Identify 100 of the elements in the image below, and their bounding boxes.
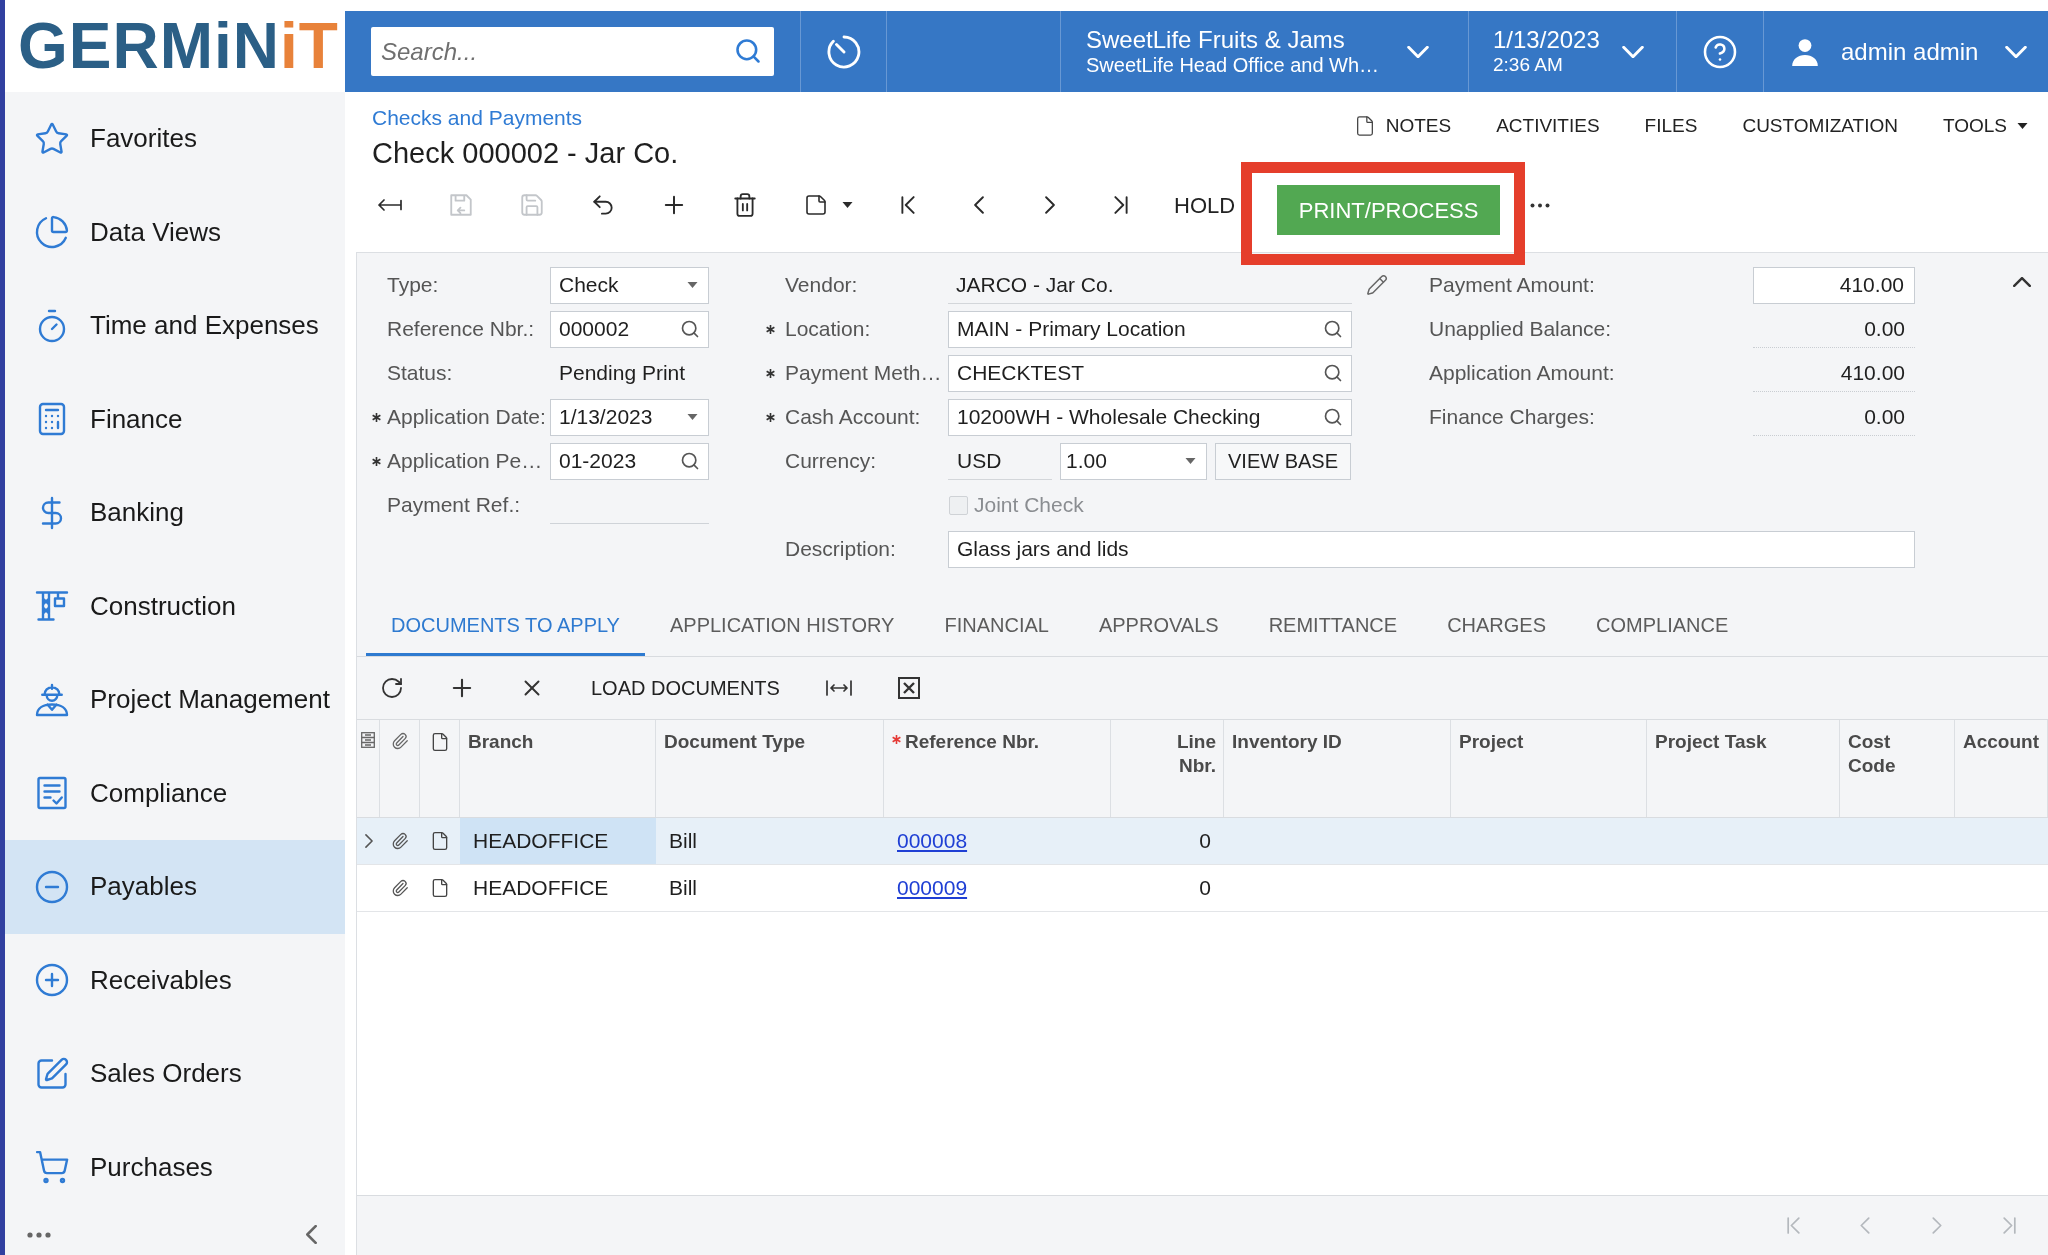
minus-circle-icon	[34, 868, 70, 905]
tab[interactable]: CHARGES	[1422, 597, 1572, 656]
sidebar-item[interactable]: Banking	[5, 466, 345, 560]
trash-icon[interactable]	[731, 192, 758, 218]
search-icon[interactable]	[1323, 319, 1343, 339]
toolbar-link[interactable]: ACTIVITIES	[1496, 114, 1600, 138]
lookup-field[interactable]: 10200WH - Wholesale Checking	[948, 398, 1352, 436]
field-label: Description:	[785, 537, 896, 561]
chevron-bar-left-icon[interactable]	[900, 196, 915, 214]
column-header[interactable]: Branch	[468, 730, 534, 754]
clock-icon[interactable]	[825, 33, 862, 70]
toolbar-link[interactable]: CUSTOMIZATION	[1742, 114, 1898, 138]
paperclip-icon[interactable]	[391, 878, 409, 898]
column-header[interactable]: Reference Nbr.	[892, 730, 1040, 754]
more-dots-icon[interactable]	[27, 1231, 51, 1238]
read-only-value: 0.00	[1753, 398, 1915, 436]
width-arrows-icon[interactable]	[825, 680, 852, 696]
sidebar-item[interactable]: Time and Expenses	[5, 279, 345, 373]
input-field[interactable]: Glass jars and lids	[948, 530, 1915, 568]
pencil-square-icon	[34, 1055, 70, 1092]
chevron-up-icon[interactable]	[2013, 277, 2031, 287]
sidebar-item[interactable]: Favorites	[5, 92, 345, 186]
lookup-field[interactable]: 000002	[550, 310, 709, 348]
toolbar-button[interactable]: HOLD	[1174, 180, 1236, 230]
file-icon[interactable]	[430, 830, 450, 852]
search-icon[interactable]	[680, 451, 700, 471]
caret-down-icon[interactable]	[842, 202, 853, 208]
sidebar-item[interactable]: Compliance	[5, 746, 345, 840]
column-header[interactable]: Document Type	[664, 730, 806, 754]
user-icon	[1791, 37, 1819, 66]
square-x-icon[interactable]	[897, 677, 920, 699]
reference-link[interactable]: 000009	[897, 872, 968, 904]
breadcrumb-link[interactable]: Checks and Payments	[372, 105, 679, 131]
chevron-bar-right-icon[interactable]	[1113, 196, 1128, 214]
lookup-field[interactable]: 01-2023	[550, 442, 709, 480]
field-label: Reference Nbr.:	[387, 317, 535, 341]
sidebar-item[interactable]: Data Views	[5, 185, 345, 279]
read-only-value: JARCO - Jar Co.	[948, 266, 1352, 304]
table-cell-text: Bill	[668, 875, 698, 902]
tab[interactable]: APPLICATION HISTORY	[644, 597, 920, 656]
sidebar-item[interactable]: Construction	[5, 559, 345, 653]
field-label: Unapplied Balance:	[1429, 317, 1612, 341]
table-icon[interactable]	[361, 732, 375, 748]
view-base-button[interactable]: VIEW BASE	[1215, 442, 1351, 480]
column-header[interactable]: Line Nbr.	[1154, 730, 1216, 778]
paperclip-icon[interactable]	[391, 831, 409, 851]
sidebar-item[interactable]: Purchases	[5, 1120, 345, 1214]
file-icon[interactable]	[430, 877, 450, 899]
field-label: Location:	[785, 317, 871, 341]
arrow-left-icon[interactable]	[377, 199, 402, 211]
sidebar-item[interactable]: Finance	[5, 372, 345, 466]
dropdown-field[interactable]: 1/13/2023	[550, 398, 709, 436]
tab[interactable]: COMPLIANCE	[1571, 597, 1754, 656]
input-field[interactable]: 410.00	[1753, 266, 1915, 304]
search-field[interactable]: Search...	[371, 27, 774, 76]
date-selector[interactable]: 1/13/2023 2:36 AM	[1468, 11, 1676, 92]
sidebar-item[interactable]: Project Management	[5, 653, 345, 747]
column-header[interactable]: Inventory ID	[1232, 730, 1342, 754]
sidebar-item[interactable]: Sales Orders	[5, 1027, 345, 1121]
search-icon[interactable]	[680, 319, 700, 339]
column-header[interactable]: Project Task	[1655, 730, 1767, 754]
search-icon[interactable]	[1323, 407, 1343, 427]
lookup-field[interactable]: CHECKTEST	[948, 354, 1352, 392]
chevron-down-icon	[2005, 45, 2027, 58]
toolbar-link[interactable]: TOOLS	[1942, 114, 2028, 138]
chevron-right-icon[interactable]	[1044, 196, 1055, 214]
dropdown-field[interactable]: Check	[550, 266, 709, 304]
paperclip-icon[interactable]	[390, 731, 409, 751]
column-header[interactable]: Cost Code	[1848, 730, 1910, 778]
page-title: Check 000002 - Jar Co.	[372, 136, 679, 170]
search-icon[interactable]	[1323, 363, 1343, 383]
user-menu[interactable]: admin admin	[1763, 11, 2048, 92]
chevron-left-icon[interactable]	[973, 196, 984, 214]
table-cell-text: HEADOFFICE	[472, 875, 610, 902]
company-selector[interactable]: SweetLife Fruits & Jams SweetLife Head Office and Wh…	[1060, 11, 1468, 92]
reference-link[interactable]: 000008	[897, 825, 968, 857]
table-cell-text: 0	[1198, 828, 1212, 855]
caret-down-icon	[1185, 458, 1196, 464]
toolbar-link[interactable]: FILES	[1644, 114, 1698, 138]
note-icon[interactable]	[804, 192, 828, 218]
toolbar-link[interactable]: NOTES	[1353, 113, 1452, 139]
field-label: Application Pe…	[387, 449, 543, 473]
sidebar-item[interactable]: Payables	[5, 840, 345, 934]
tab[interactable]: APPROVALS	[1073, 597, 1244, 656]
tab[interactable]: FINANCIAL	[919, 597, 1074, 656]
column-header[interactable]: Project	[1459, 730, 1524, 754]
search-icon[interactable]	[734, 37, 762, 65]
column-header[interactable]: Account	[1963, 730, 2039, 754]
refresh-icon[interactable]	[380, 676, 404, 700]
toolbar-button[interactable]: LOAD DOCUMENTS	[567, 657, 804, 719]
field-value: Pending Print	[559, 361, 686, 385]
sidebar-item[interactable]: Receivables	[5, 933, 345, 1027]
tab[interactable]: DOCUMENTS TO APPLY	[366, 597, 645, 656]
tab[interactable]: REMITTANCE	[1243, 597, 1423, 656]
lookup-field[interactable]: MAIN - Primary Location	[948, 310, 1352, 348]
pencil-icon[interactable]	[1366, 274, 1388, 296]
dropdown-field[interactable]: 1.00	[1060, 442, 1207, 480]
table-row[interactable]: HEADOFFICE Bill 000008 0	[357, 818, 2048, 865]
help-icon[interactable]	[1702, 33, 1738, 70]
table-cell-text: Bill	[668, 828, 698, 855]
